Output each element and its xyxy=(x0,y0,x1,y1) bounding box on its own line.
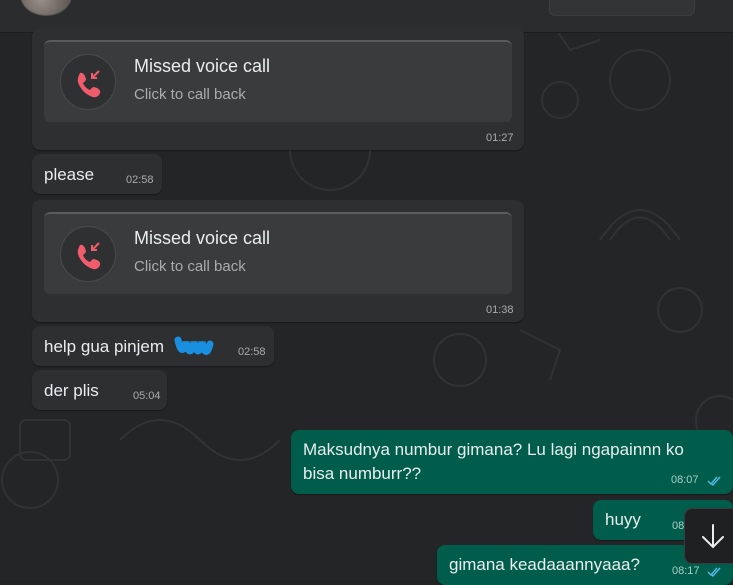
message-time: 05:04 xyxy=(133,390,161,402)
incoming-message: please 02:58 xyxy=(32,154,162,194)
call-subtitle: Click to call back xyxy=(134,86,246,103)
missed-call-message: Missed voice call Click to call back 01:… xyxy=(32,200,524,322)
message-text: help gua pinjem xyxy=(44,337,165,356)
call-title: Missed voice call xyxy=(134,228,271,248)
message-time: 02:58 xyxy=(126,174,154,186)
incoming-message: help gua pinjem 02:58 xyxy=(32,326,274,366)
message-time: 01:38 xyxy=(486,304,514,316)
arrow-down-icon xyxy=(702,524,724,549)
contact-avatar[interactable] xyxy=(20,0,72,16)
redaction-scribble xyxy=(174,336,214,355)
call-back-card[interactable]: Missed voice call Click to call back xyxy=(44,40,512,122)
message-time: 08:07 xyxy=(671,474,699,486)
message-text-line2: bisa numburr?? xyxy=(303,464,422,483)
incoming-message: der plis 05:04 xyxy=(32,370,167,410)
message-time: 02:58 xyxy=(238,346,266,358)
message-text: der plis xyxy=(44,381,99,400)
message-text: please xyxy=(44,165,95,184)
scroll-to-bottom-button[interactable] xyxy=(684,508,733,564)
message-text: gimana keadaaannyaaa? xyxy=(449,555,640,574)
message-time: 01:27 xyxy=(486,132,514,144)
missed-call-icon xyxy=(60,226,116,282)
message-text-line1: Maksudnya numbur gimana? Lu lagi ngapain… xyxy=(303,440,684,459)
message-time: 08:17 xyxy=(672,565,700,577)
outgoing-message: Maksudnya numbur gimana? Lu lagi ngapain… xyxy=(291,430,733,494)
call-back-card[interactable]: Missed voice call Click to call back xyxy=(44,212,512,294)
double-check-icon xyxy=(707,567,721,577)
header-search-box[interactable] xyxy=(549,0,695,16)
call-title: Missed voice call xyxy=(134,56,271,76)
message-time: 08 xyxy=(672,520,685,532)
double-check-icon xyxy=(707,476,721,486)
message-text: huyy xyxy=(605,510,641,529)
missed-call-icon xyxy=(60,54,116,110)
call-subtitle: Click to call back xyxy=(134,258,246,275)
missed-call-message: Missed voice call Click to call back 01:… xyxy=(32,28,524,150)
